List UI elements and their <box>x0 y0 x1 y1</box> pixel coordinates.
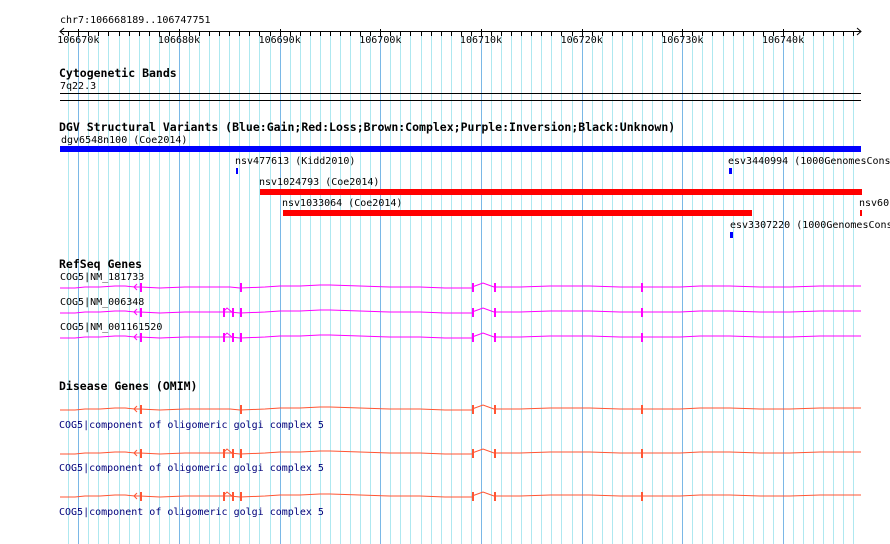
exon <box>140 405 142 414</box>
intron-line <box>471 282 495 288</box>
exon <box>223 492 225 501</box>
exon <box>472 283 474 292</box>
disease-gene-model <box>60 448 861 458</box>
intron-line <box>494 451 861 454</box>
exon <box>472 449 474 458</box>
gene-models <box>60 282 861 501</box>
transcript-model <box>60 282 861 292</box>
intron-line <box>471 307 495 313</box>
intron-line <box>471 332 495 338</box>
exon <box>494 449 496 458</box>
transcript-model <box>60 332 861 342</box>
exon <box>240 405 242 414</box>
exon <box>140 449 142 458</box>
intron-line <box>494 285 861 288</box>
intron-line <box>60 309 472 314</box>
exon <box>240 492 242 501</box>
exon <box>494 492 496 501</box>
exon <box>494 283 496 292</box>
disease-gene-model <box>60 404 861 414</box>
intron-line <box>494 310 861 313</box>
exon <box>472 333 474 342</box>
intron-line <box>494 407 861 410</box>
intron-line <box>60 493 472 498</box>
exon <box>641 283 643 292</box>
exon <box>140 308 142 317</box>
exon <box>240 449 242 458</box>
intron-line <box>494 335 861 338</box>
transcript-model <box>60 307 861 317</box>
intron-line <box>60 284 472 289</box>
exon <box>494 405 496 414</box>
exon <box>240 283 242 292</box>
exon <box>472 308 474 317</box>
exon <box>472 492 474 501</box>
exon <box>240 308 242 317</box>
genome-browser-panel: chr7:106668189..106747751 106670k 106680k… <box>0 0 890 544</box>
exon <box>494 333 496 342</box>
exon <box>232 492 234 501</box>
disease-gene-model <box>60 491 861 501</box>
intron-line <box>471 491 495 497</box>
exon <box>641 405 643 414</box>
exon <box>140 283 142 292</box>
intron-line <box>471 448 495 454</box>
exon <box>641 492 643 501</box>
exon <box>232 333 234 342</box>
exon <box>641 449 643 458</box>
intron-line <box>471 404 495 410</box>
exon <box>641 333 643 342</box>
exon <box>494 308 496 317</box>
intron-line <box>60 450 472 455</box>
exon <box>140 492 142 501</box>
exon <box>223 308 225 317</box>
intron-line <box>60 334 472 339</box>
intron-line <box>494 494 861 497</box>
exon <box>140 333 142 342</box>
exon <box>472 405 474 414</box>
intron-line <box>60 406 472 411</box>
exon <box>240 333 242 342</box>
exon <box>641 308 643 317</box>
exon <box>232 308 234 317</box>
exon <box>232 449 234 458</box>
exon <box>223 449 225 458</box>
exon <box>223 333 225 342</box>
